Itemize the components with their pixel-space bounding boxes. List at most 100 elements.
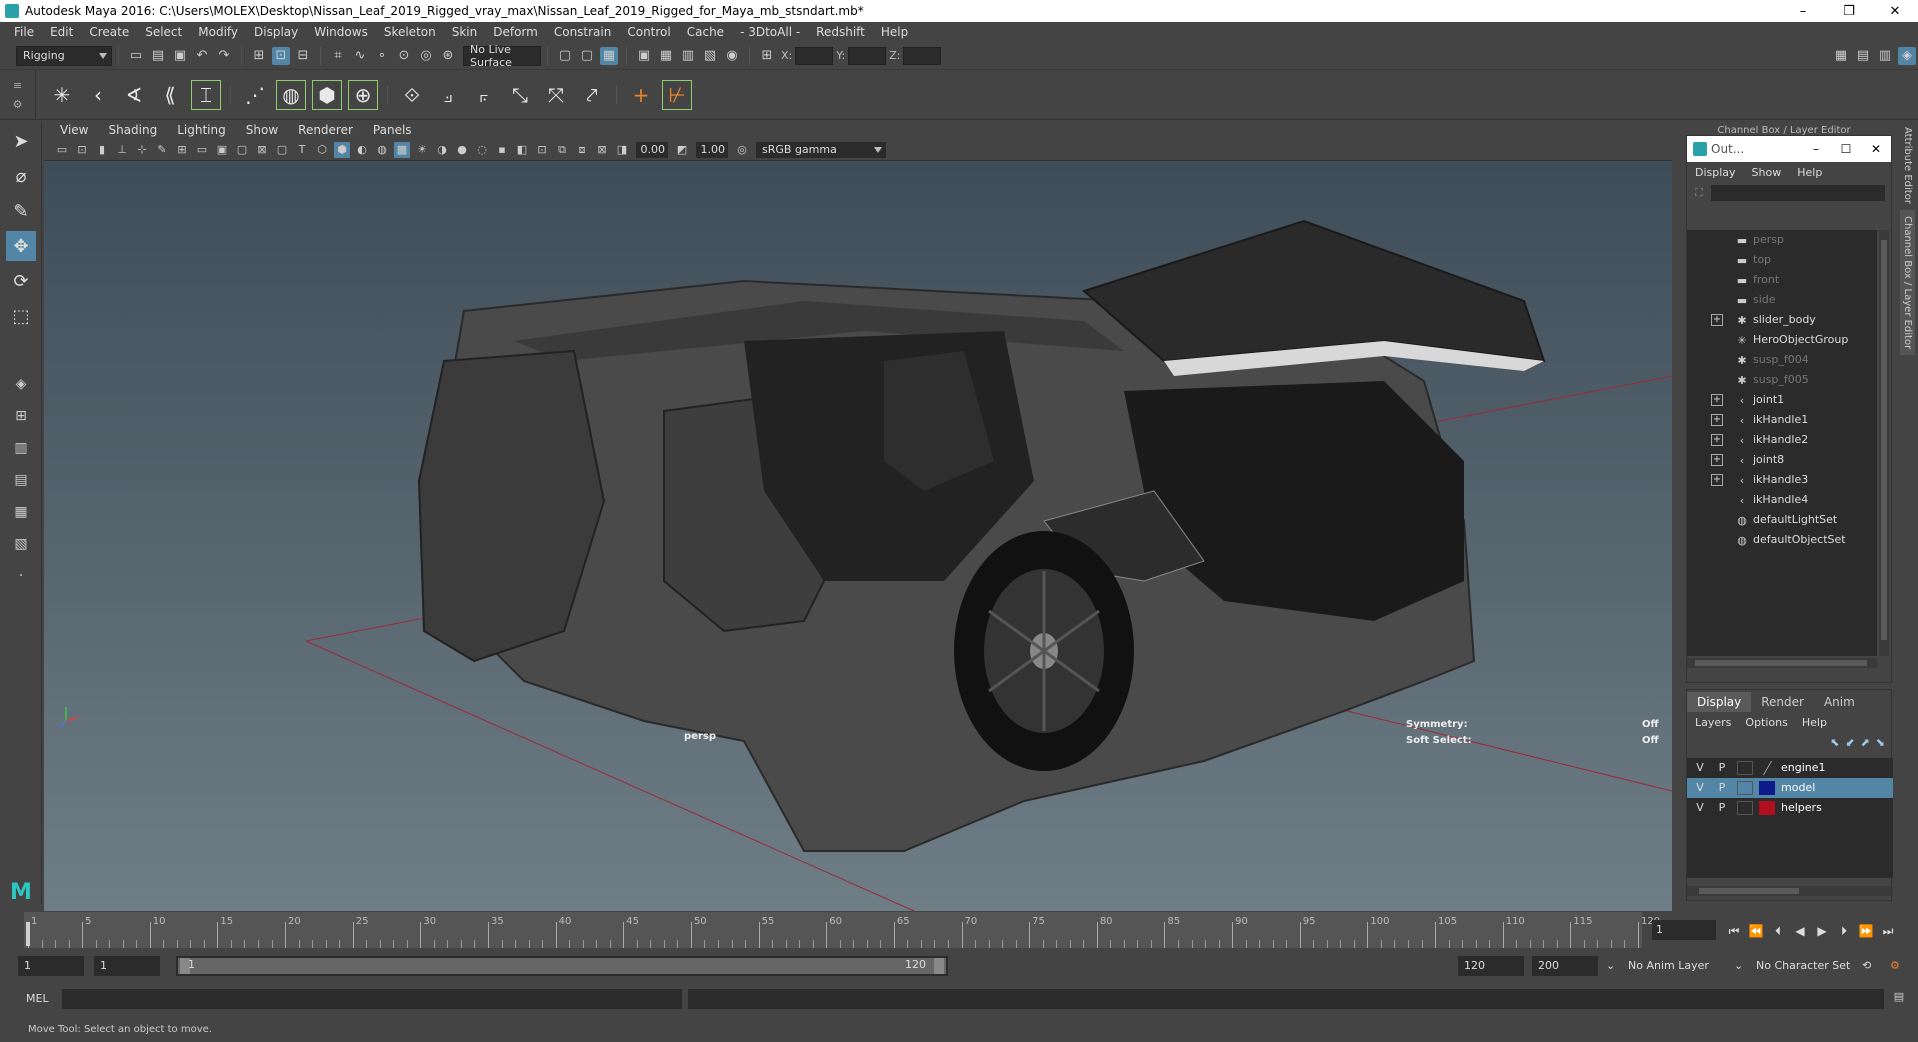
layer-color-none-icon[interactable] bbox=[1762, 761, 1774, 775]
step-forward-key-icon[interactable]: ⏩ bbox=[1856, 922, 1876, 940]
shadows-icon[interactable]: ◑ bbox=[434, 142, 450, 158]
play-backwards-icon[interactable]: ◀ bbox=[1790, 922, 1810, 940]
panel-menu-shading[interactable]: Shading bbox=[98, 123, 167, 137]
live-surface-field[interactable]: No Live Surface bbox=[463, 43, 541, 69]
exposure-icon[interactable]: ◨ bbox=[614, 142, 630, 158]
snap-curve-icon[interactable]: ∿ bbox=[351, 47, 369, 65]
new-layer-selected-icon[interactable]: ⬊ bbox=[1876, 736, 1885, 749]
output-ops-icon[interactable]: ▢ bbox=[578, 47, 596, 65]
outliner-item[interactable]: ‹ ikHandle4 bbox=[1687, 490, 1877, 510]
smooth-shade-icon[interactable]: ⬢ bbox=[334, 141, 350, 158]
select-camera-icon[interactable]: ▭ bbox=[54, 142, 70, 158]
scrollbar-thumb[interactable] bbox=[1695, 660, 1867, 666]
gamma-field[interactable]: 1.00 bbox=[696, 141, 728, 158]
render-settings-icon[interactable]: ▧ bbox=[701, 47, 719, 65]
color-management-icon[interactable]: ◎ bbox=[734, 142, 750, 158]
expand-icon[interactable]: + bbox=[1711, 394, 1723, 406]
range-bar[interactable]: 1 120 bbox=[176, 956, 948, 976]
move-layer-up-icon[interactable]: ⬉ bbox=[1830, 736, 1839, 749]
outliner-item[interactable]: ▬ persp bbox=[1687, 230, 1877, 250]
panel-menu-panels[interactable]: Panels bbox=[363, 123, 422, 137]
y-input[interactable] bbox=[848, 46, 887, 65]
expand-icon[interactable]: + bbox=[1711, 434, 1723, 446]
visibility-toggle[interactable]: V bbox=[1693, 761, 1707, 774]
select-hierarchy-icon[interactable]: ⊞ bbox=[250, 47, 268, 65]
persp-outliner-layout-icon[interactable]: ▥ bbox=[6, 434, 36, 462]
menu-skin[interactable]: Skin bbox=[444, 25, 486, 39]
outliner-item[interactable]: ✱ susp_f005 bbox=[1687, 370, 1877, 390]
chevron-down-icon[interactable]: ⌄ bbox=[1606, 956, 1615, 976]
time-ruler[interactable]: 1 5 10 15 20 25 30 35 40 45 50 55 60 65 70 75 80 85 90 95 10… bbox=[24, 912, 1660, 948]
multisample-aa-icon[interactable]: ▪ bbox=[494, 142, 510, 158]
tab-anim[interactable]: Anim bbox=[1814, 692, 1865, 712]
ipr-render-icon[interactable]: ▥ bbox=[679, 47, 697, 65]
render-current-icon[interactable]: ▦ bbox=[657, 47, 675, 65]
step-forward-frame-icon[interactable]: ⏵ bbox=[1834, 922, 1854, 940]
hypershade-icon[interactable]: ◉ bbox=[723, 47, 741, 65]
four-view-layout-icon[interactable]: ⊞ bbox=[6, 402, 36, 430]
layer-color-swatch[interactable] bbox=[1759, 781, 1775, 795]
bookmark-icon[interactable]: ▮ bbox=[94, 142, 110, 158]
menu-edit[interactable]: Edit bbox=[42, 25, 81, 39]
step-back-key-icon[interactable]: ⏪ bbox=[1746, 922, 1766, 940]
viewport-persp[interactable]: persp Symmetry: Off Soft Select: Off bbox=[44, 161, 1672, 911]
outliner-horizontal-scrollbar[interactable] bbox=[1687, 658, 1877, 668]
menu-file[interactable]: File bbox=[6, 25, 42, 39]
expand-icon[interactable]: + bbox=[1711, 474, 1723, 486]
outliner-item[interactable]: + ‹ ikHandle1 bbox=[1687, 410, 1877, 430]
film-gate-icon[interactable]: ▭ bbox=[194, 142, 210, 158]
ik-handle-tool-icon[interactable]: ‹ bbox=[83, 80, 113, 110]
step-back-frame-icon[interactable]: ⏴ bbox=[1768, 922, 1788, 940]
safe-title-icon[interactable]: T bbox=[294, 142, 310, 158]
menu-control[interactable]: Control bbox=[619, 25, 678, 39]
add-attribute-icon[interactable]: + bbox=[626, 80, 656, 110]
layer-row[interactable]: V Pmodel bbox=[1687, 778, 1893, 798]
outliner-menu-help[interactable]: Help bbox=[1797, 166, 1832, 179]
snap-view-icon[interactable]: ◎ bbox=[417, 47, 435, 65]
save-scene-icon[interactable]: ▣ bbox=[171, 47, 189, 65]
gamma-icon[interactable]: ◩ bbox=[674, 142, 690, 158]
outliner-item[interactable]: + ✱ slider_body bbox=[1687, 310, 1877, 330]
panel-menu-view[interactable]: View bbox=[50, 123, 98, 137]
render-view-icon[interactable]: ▣ bbox=[635, 47, 653, 65]
attribute-editor-toggle-icon[interactable]: ▤ bbox=[1854, 47, 1872, 65]
playback-toggle[interactable]: P bbox=[1715, 781, 1729, 794]
xray-icon[interactable]: ⧉ bbox=[554, 142, 570, 158]
gate-mask-icon[interactable]: ▢ bbox=[234, 142, 250, 158]
panel-menu-show[interactable]: Show bbox=[236, 123, 288, 137]
select-tool-icon[interactable]: ➤ bbox=[6, 126, 36, 156]
two-d-pan-zoom-icon[interactable]: ⊹ bbox=[134, 142, 150, 158]
isolate-select-icon[interactable]: ⊡ bbox=[534, 142, 550, 158]
outliner-item[interactable]: + ‹ ikHandle3 bbox=[1687, 470, 1877, 490]
resolution-gate-icon[interactable]: ▣ bbox=[214, 142, 230, 158]
transform-mode-icon[interactable]: ⊞ bbox=[758, 47, 776, 65]
channel-box-tab[interactable]: Channel Box / Layer Editor bbox=[1900, 209, 1915, 356]
menuset-dropdown[interactable]: Rigging bbox=[16, 45, 112, 66]
layout-options-icon[interactable]: · bbox=[6, 562, 36, 590]
xray-joints-icon[interactable]: ⧈ bbox=[574, 142, 590, 158]
ik-spline-tool-icon[interactable]: ∢ bbox=[119, 80, 149, 110]
construction-history-icon[interactable]: ▦ bbox=[600, 46, 618, 65]
locator-icon[interactable]: ⌶ bbox=[191, 79, 221, 110]
visibility-toggle[interactable]: V bbox=[1693, 781, 1707, 794]
snap-live-icon[interactable]: ⊛ bbox=[439, 47, 457, 65]
shelf-settings-icon[interactable]: ⚙ bbox=[13, 98, 23, 111]
exposure-field[interactable]: 0.00 bbox=[636, 141, 668, 158]
outliner-vertical-scrollbar[interactable] bbox=[1879, 230, 1889, 656]
xray-components-icon[interactable]: ⊠ bbox=[594, 142, 610, 158]
layer-horizontal-scrollbar[interactable] bbox=[1687, 886, 1893, 896]
paint-select-tool-icon[interactable]: ✎ bbox=[6, 196, 36, 226]
wireframe-on-shaded-icon[interactable]: ◍ bbox=[374, 142, 390, 158]
outliner-item[interactable]: ▬ front bbox=[1687, 270, 1877, 290]
safe-action-icon[interactable]: ▢ bbox=[274, 142, 290, 158]
tab-display[interactable]: Display bbox=[1687, 692, 1752, 712]
display-type-toggle[interactable] bbox=[1737, 781, 1753, 795]
attribute-editor-tab[interactable]: Attribute Editor bbox=[1900, 121, 1915, 210]
panel-menu-renderer[interactable]: Renderer bbox=[288, 123, 363, 137]
point-constraint-icon[interactable]: ⟔ bbox=[469, 80, 499, 110]
scrollbar-thumb[interactable] bbox=[1699, 888, 1799, 894]
pole-vector-icon[interactable]: ⤤ bbox=[577, 80, 607, 110]
menu-modify[interactable]: Modify bbox=[190, 25, 246, 39]
persp-graph-layout-icon[interactable]: ▤ bbox=[6, 466, 36, 494]
undo-icon[interactable]: ↶ bbox=[193, 47, 211, 65]
